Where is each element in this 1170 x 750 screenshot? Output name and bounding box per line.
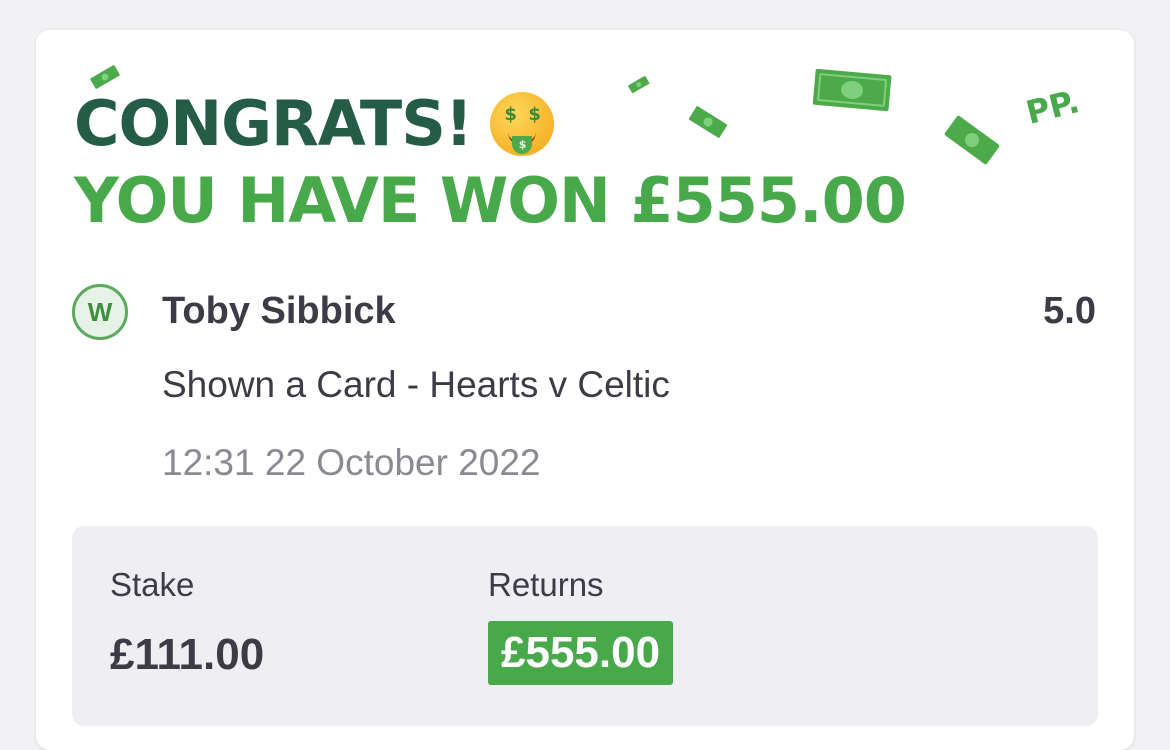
win-amount-heading: YOU HAVE WON £555.00 — [74, 164, 907, 237]
bet-card: PP. CONGRATS! $ $ $ YOU HAVE WON £555.00… — [36, 30, 1134, 750]
market-description: Shown a Card - Hearts v Celtic — [162, 364, 670, 405]
bet-timestamp: 12:31 22 October 2022 — [162, 442, 541, 483]
banknote-icon — [688, 106, 728, 138]
stake-value: £111.00 — [110, 630, 265, 679]
congrats-text: CONGRATS! — [74, 87, 473, 160]
banknote-icon — [628, 76, 650, 94]
returns-label: Returns — [488, 566, 604, 603]
congrats-heading: CONGRATS! $ $ $ — [74, 87, 555, 160]
brand-logo: PP. — [1022, 82, 1083, 132]
banknote-icon — [944, 115, 1000, 165]
stake-label: Stake — [110, 566, 195, 603]
stake-returns-panel: Stake £111.00 Returns £555.00 — [72, 526, 1098, 726]
selection-odds: 5.0 — [1043, 290, 1096, 332]
win-status-badge: W — [72, 284, 128, 340]
money-mouth-emoji-icon: $ $ $ — [490, 92, 555, 156]
banknote-icon — [812, 68, 892, 112]
returns-value: £555.00 — [488, 621, 674, 685]
selection-name: Toby Sibbick — [162, 290, 396, 332]
